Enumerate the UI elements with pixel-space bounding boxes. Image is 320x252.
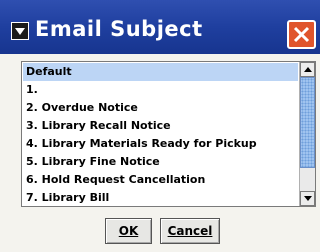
scroll-up-button[interactable] [300, 62, 315, 77]
arrow-down-icon [304, 196, 312, 201]
list-item-materials-ready-for-pickup[interactable]: 4. Library Materials Ready for Pickup [23, 135, 298, 153]
subject-list[interactable]: Default 1. 2. Overdue Notice 3. Library … [21, 61, 316, 207]
list-item-1[interactable]: 1. [23, 81, 298, 99]
arrow-up-icon [304, 67, 312, 72]
list-item-hold-request-cancellation[interactable]: 6. Hold Request Cancellation [23, 171, 298, 189]
list-item-overdue-notice[interactable]: 2. Overdue Notice [23, 99, 298, 117]
list-item-library-recall-notice[interactable]: 3. Library Recall Notice [23, 117, 298, 135]
scroll-thumb[interactable] [300, 77, 315, 168]
scroll-down-button[interactable] [300, 191, 315, 206]
close-icon [293, 26, 310, 43]
list-item-library-bill[interactable]: 7. Library Bill [23, 189, 298, 206]
vertical-scrollbar[interactable] [299, 62, 315, 206]
cancel-button[interactable]: Cancel [160, 218, 220, 244]
list-item-default[interactable]: Default [23, 63, 298, 81]
close-button[interactable] [287, 20, 316, 49]
window-menu-icon[interactable] [11, 22, 29, 40]
ok-button[interactable]: OK [105, 218, 152, 244]
title-bar[interactable]: Email Subject [0, 0, 320, 54]
window-title: Email Subject [35, 17, 203, 41]
list-item-library-fine-notice[interactable]: 5. Library Fine Notice [23, 153, 298, 171]
